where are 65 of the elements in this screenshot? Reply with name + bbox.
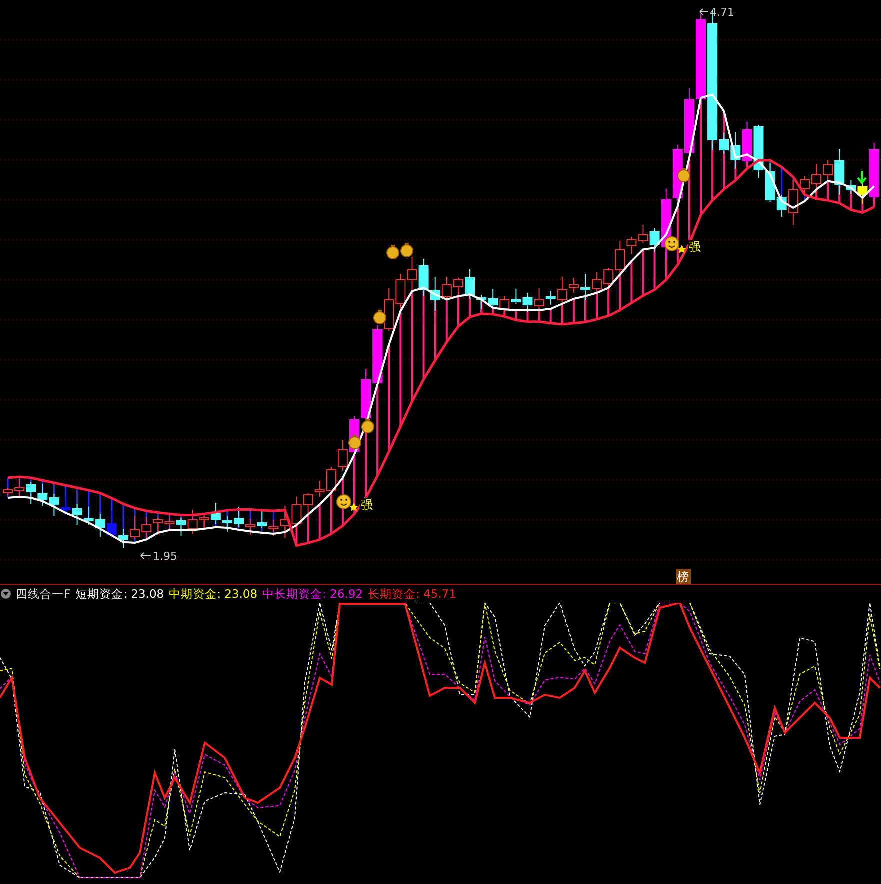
candlestick xyxy=(153,518,164,536)
candlestick xyxy=(303,492,314,516)
candlestick xyxy=(49,494,60,516)
candlestick xyxy=(754,124,764,178)
candlestick xyxy=(142,516,152,540)
candlestick xyxy=(476,294,487,310)
candlestick xyxy=(488,288,498,308)
candlestick xyxy=(396,274,406,312)
candlestick xyxy=(130,516,140,540)
signal-label: 强 xyxy=(361,498,373,512)
candlestick xyxy=(38,484,48,506)
money-bag-icon xyxy=(348,435,362,450)
candlestick xyxy=(338,440,348,472)
candlestick xyxy=(430,276,440,312)
candlestick xyxy=(246,518,256,536)
candlestick xyxy=(106,510,117,538)
candlestick xyxy=(742,122,752,164)
money-bag-icon xyxy=(386,245,400,260)
rank-badge[interactable]: 榜 xyxy=(676,569,691,584)
collapse-icon[interactable] xyxy=(1,589,11,599)
smiley-star-icon xyxy=(664,236,686,254)
candlestick xyxy=(84,506,94,526)
candlestick xyxy=(26,482,36,504)
candlestick xyxy=(511,288,522,304)
low-price-label: 1.95 xyxy=(153,550,178,563)
candlestick xyxy=(118,528,128,548)
candlestick xyxy=(604,268,614,294)
candlestick xyxy=(453,278,464,298)
arrow-icon xyxy=(857,170,867,185)
candlestick xyxy=(592,272,602,294)
smiley-star-icon xyxy=(336,494,358,512)
candlestick xyxy=(164,512,175,530)
candlestick xyxy=(292,496,302,530)
money-bag-icon xyxy=(678,168,690,182)
arrow-icon xyxy=(700,8,708,16)
series-label: 短期资金: 23.08 xyxy=(76,586,164,602)
candlestick xyxy=(442,276,452,302)
arrow-icon xyxy=(140,552,152,560)
candlestick xyxy=(72,504,82,526)
candlestick xyxy=(418,258,429,296)
money-bag-icon xyxy=(374,310,386,324)
candlestick xyxy=(234,506,244,528)
candlestick xyxy=(3,488,13,496)
candlestick xyxy=(210,502,221,524)
series-label: 长期资金: 45.71 xyxy=(368,586,456,602)
candlestick xyxy=(95,514,106,538)
money-bag-icon xyxy=(362,419,374,434)
candlestick xyxy=(14,478,25,498)
candlestick xyxy=(407,256,418,292)
signal-label: 强 xyxy=(689,240,701,254)
candlestick xyxy=(812,164,822,196)
candlestick xyxy=(638,224,648,244)
series-label: 中期资金: 23.08 xyxy=(169,586,258,602)
candlestick xyxy=(465,268,475,300)
candlestick xyxy=(176,518,186,536)
indicator-name: 四线合一F xyxy=(16,586,71,602)
candlestick xyxy=(580,274,590,300)
money-bag-icon xyxy=(400,243,414,258)
candlestick xyxy=(257,510,268,528)
candlestick xyxy=(500,296,510,318)
candlestick xyxy=(361,368,372,422)
candlestick xyxy=(222,516,232,532)
candlestick xyxy=(60,496,71,516)
series-label: 中长期资金: 26.92 xyxy=(262,586,363,602)
high-price-label: 4.71 xyxy=(710,6,734,19)
